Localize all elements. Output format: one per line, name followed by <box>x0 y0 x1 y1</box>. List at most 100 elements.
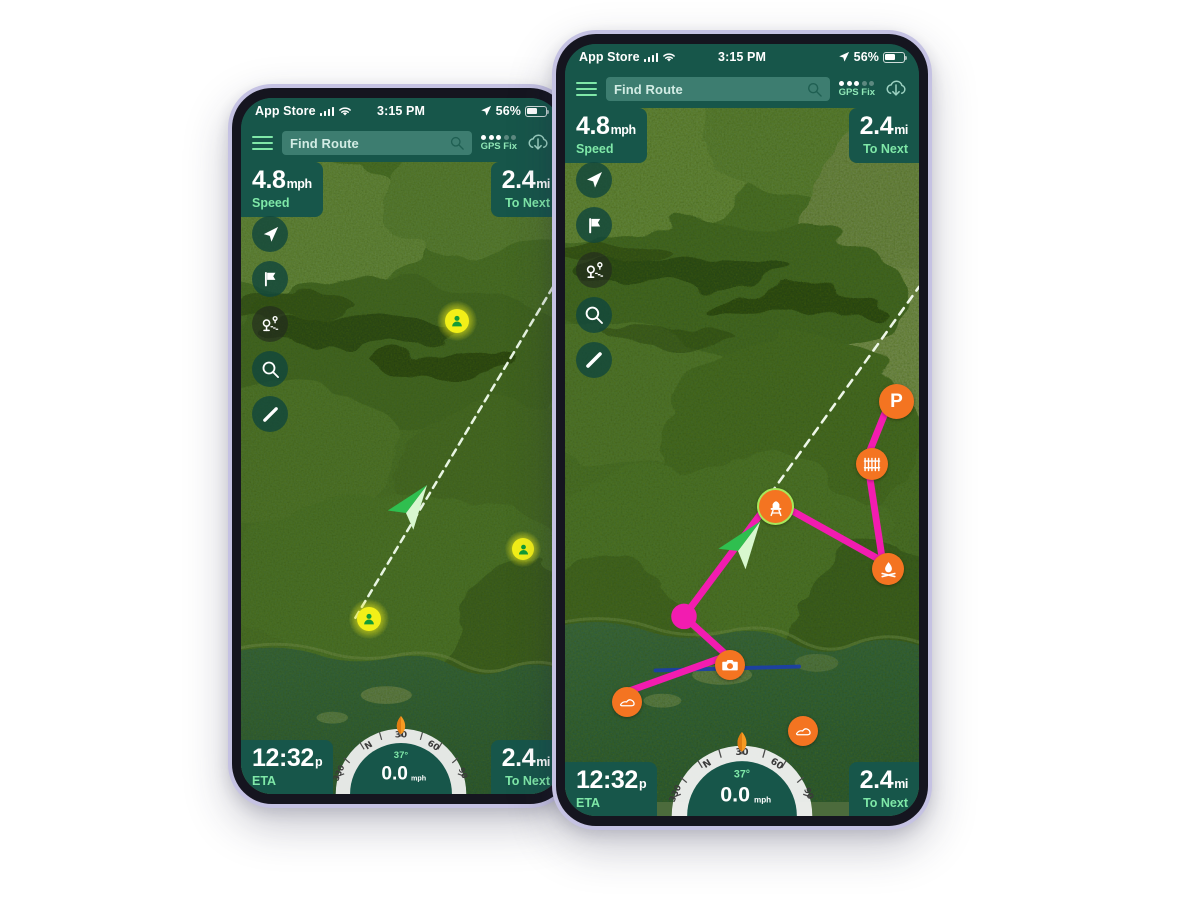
speed-value: 4.8 <box>252 166 286 194</box>
search-icon <box>585 306 603 324</box>
navigation-arrow-icon <box>587 172 602 188</box>
hamburger-menu-icon[interactable] <box>252 135 273 151</box>
map-canvas[interactable]: P 4.8mph Speed 2.4mi To Next 12:32p ETA … <box>565 108 919 816</box>
to-next-hud-card-bottom: 2.4mi To Next <box>848 761 919 816</box>
measure-line-button[interactable] <box>576 342 612 378</box>
person-marker[interactable] <box>505 531 541 567</box>
compass-gauge[interactable]: 30 N 330 60 90 37° 0.0 mph <box>321 716 481 794</box>
rear-phone: App Store 3:15 PM 56% Find Route GPS Fix… <box>228 84 574 808</box>
speed-label: Speed <box>576 142 614 156</box>
battery-icon <box>883 51 908 63</box>
to-next-unit: mi <box>894 123 908 137</box>
cellular-bars-icon <box>643 52 659 62</box>
status-bar: App Store 3:15 PM 56% <box>565 44 919 70</box>
gps-fix-indicator[interactable]: GPS Fix <box>481 134 517 152</box>
flag-icon <box>588 217 600 233</box>
to-next-unit-2: mi <box>536 754 550 769</box>
waypoint-flag-button[interactable] <box>252 261 288 297</box>
photo-point-marker[interactable] <box>715 650 745 680</box>
location-arrow-icon <box>838 51 849 62</box>
campfire-icon <box>880 561 896 577</box>
eta-value: 12:32 <box>252 743 314 772</box>
front-phone-screen: App Store 3:15 PM 56% Find Route GPS Fix… <box>565 44 919 816</box>
camera-icon <box>722 659 738 671</box>
parking-letter-icon: P <box>890 391 903 412</box>
to-next-value: 2.4 <box>501 166 536 194</box>
compass-heading-text: 37° <box>734 768 750 780</box>
campfire-marker[interactable] <box>872 553 904 585</box>
status-bar-left: App Store <box>255 104 352 118</box>
map-toolbar <box>252 216 288 432</box>
status-bar-right: 56% <box>480 104 550 118</box>
gps-signal-dots <box>481 134 517 140</box>
to-next-hud-card-top: 2.4mi To Next <box>848 108 919 163</box>
cellular-bars-icon <box>319 106 335 116</box>
wildlife-marker-west[interactable] <box>612 687 642 717</box>
compass-gauge[interactable]: 30 N 330 60 90 37° 0.0 mph <box>656 732 828 816</box>
status-bar-right: 56% <box>838 50 908 64</box>
search-input[interactable]: Find Route <box>606 77 830 101</box>
speed-label: Speed <box>252 196 290 210</box>
front-phone-body: App Store 3:15 PM 56% Find Route GPS Fix… <box>556 34 928 826</box>
hamburger-menu-icon[interactable] <box>576 81 597 97</box>
search-map-button[interactable] <box>576 297 612 333</box>
compass-speed-unit: mph <box>754 795 771 804</box>
carrier-label: App Store <box>579 50 640 64</box>
gps-fix-label: GPS Fix <box>838 87 875 98</box>
scene-root: App Store 3:15 PM 56% Find Route GPS Fix… <box>0 0 1200 900</box>
measure-line-button[interactable] <box>252 396 288 432</box>
parking-marker[interactable]: P <box>879 384 914 419</box>
eta-hud-card: 12:32p ETA <box>565 761 658 816</box>
to-next-value: 2.4 <box>859 112 894 140</box>
person-marker[interactable] <box>349 599 389 639</box>
search-input[interactable]: Find Route <box>282 131 472 155</box>
user-heading-arrow <box>718 521 761 570</box>
to-next-hud-card-bottom: 2.4mi To Next <box>490 739 561 794</box>
waypoint-flag-button[interactable] <box>576 207 612 243</box>
compass-speed-unit: mph <box>411 774 426 782</box>
gate-fence-icon <box>863 457 880 471</box>
to-next-unit: mi <box>536 177 550 191</box>
locate-me-button[interactable] <box>576 162 612 198</box>
map-canvas[interactable]: 4.8mph Speed 2.4mi To Next 12:32p ETA 2.… <box>241 162 561 794</box>
to-next-value-row-2: 2.4mi <box>502 745 551 771</box>
to-next-unit-2: mi <box>894 776 908 791</box>
status-bar-left: App Store <box>579 50 676 64</box>
eta-value-row: 12:32p <box>576 765 647 794</box>
person-marker[interactable] <box>437 301 477 341</box>
speed-value-row: 4.8mph <box>252 168 312 193</box>
locate-me-button[interactable] <box>252 216 288 252</box>
location-arrow-icon <box>480 105 491 116</box>
wifi-icon <box>663 52 676 62</box>
top-nav-bar: Find Route GPS Fix <box>241 124 561 162</box>
user-heading-arrow <box>387 485 428 530</box>
wifi-icon <box>339 106 352 116</box>
to-next-value-row-2: 2.4mi <box>859 765 909 794</box>
search-icon <box>262 361 279 378</box>
navigation-arrow-icon <box>263 226 278 242</box>
people-locator-icon <box>586 261 603 278</box>
battery-icon <box>525 105 550 117</box>
gps-fix-indicator[interactable]: GPS Fix <box>838 80 875 98</box>
search-icon <box>807 82 822 97</box>
route-node-waypoint <box>671 603 697 630</box>
speed-value-row: 4.8mph <box>576 114 636 139</box>
compass-speed-value: 0.0 <box>720 782 750 806</box>
measure-line-icon <box>586 352 602 368</box>
eta-label: ETA <box>576 795 601 810</box>
gate-marker[interactable] <box>856 448 888 480</box>
cloud-download-icon[interactable] <box>884 77 908 101</box>
search-map-button[interactable] <box>252 351 288 387</box>
find-friends-button[interactable] <box>252 306 288 342</box>
compass-heading-text: 37° <box>394 750 409 761</box>
eta-value: 12:32 <box>576 765 638 794</box>
cloud-download-icon[interactable] <box>526 131 550 155</box>
find-friends-button[interactable] <box>576 252 612 288</box>
gps-signal-dots <box>839 80 875 86</box>
eta-value-row: 12:32p <box>252 743 323 772</box>
to-next-value-2: 2.4 <box>859 765 894 794</box>
search-placeholder: Find Route <box>290 135 359 151</box>
carrier-label: App Store <box>255 104 316 118</box>
to-next-hud-card-top: 2.4mi To Next <box>490 162 561 217</box>
to-next-label: To Next <box>863 142 908 156</box>
